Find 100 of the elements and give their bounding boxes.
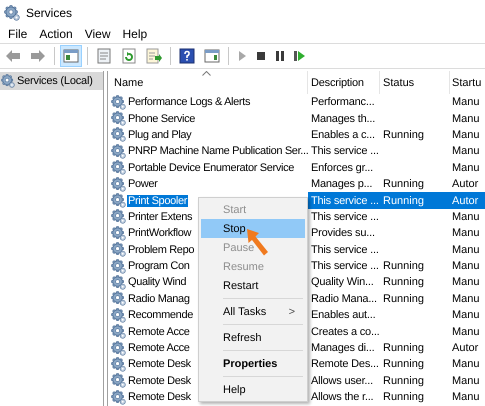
gear-icon: [4, 4, 20, 20]
table-cell: Manu: [452, 210, 480, 223]
menu-item[interactable]: Help: [116, 26, 154, 42]
table-cell: Manages th...: [311, 112, 376, 125]
table-cell: Provides su...: [311, 227, 375, 240]
table-cell: Manu: [452, 244, 480, 256]
menu-item[interactable]: Action: [33, 26, 79, 42]
table-cell: Manu: [452, 128, 480, 141]
sort-caret-icon: [202, 71, 211, 76]
gear-icon: [111, 160, 126, 176]
table-cell[interactable]: Radio Manag: [127, 292, 191, 305]
gear-icon: [111, 274, 126, 290]
table-cell[interactable]: Remote Acce: [127, 326, 191, 338]
table-cell: Manu: [452, 374, 480, 387]
menu-item[interactable]: File: [2, 26, 34, 42]
table-cell: Allows the r...: [311, 391, 374, 404]
gear-icon: [111, 144, 126, 159]
table-cell[interactable]: Print Spooler: [127, 194, 188, 207]
gear-icon: [111, 111, 126, 126]
table-cell: Enables a c...: [311, 128, 375, 141]
table-cell: Enforces gr...: [311, 162, 374, 174]
table-cell[interactable]: Program Con: [127, 260, 191, 272]
table-cell[interactable]: PNRP Machine Name Publication Ser...: [127, 145, 310, 158]
gear-icon: [111, 291, 126, 306]
table-cell: Radio Mana...: [311, 292, 377, 305]
table-cell: Running: [383, 178, 424, 190]
table-cell[interactable]: Remote Desk: [127, 374, 192, 387]
gear-icon: [111, 390, 126, 405]
table-cell: Manu: [452, 326, 480, 338]
table-cell[interactable]: Printer Extens: [127, 210, 194, 223]
column-header[interactable]: Status: [380, 71, 450, 94]
tree-item[interactable]: Services (Local): [0, 72, 103, 90]
table-cell: Manu: [452, 162, 480, 174]
table-cell: This service ...: [311, 145, 379, 158]
gear-icon: [111, 127, 126, 142]
table-cell: Running: [383, 128, 424, 141]
table-cell: Autor: [452, 194, 478, 207]
table-cell[interactable]: Remote Desk: [127, 358, 192, 370]
menu-item[interactable]: Refresh: [201, 328, 305, 347]
table-cell: Running: [383, 292, 424, 305]
table-cell: Running: [383, 194, 424, 207]
table-cell[interactable]: Portable Device Enumerator Service: [127, 162, 296, 174]
table-cell: Running: [383, 342, 424, 354]
table-cell: Manu: [452, 260, 480, 272]
table-cell: Manu: [452, 227, 480, 240]
table-cell: Manu: [452, 276, 480, 288]
gear-icon: [111, 308, 126, 323]
table-cell: Remote Des...: [311, 358, 379, 370]
submenu-arrow: >: [288, 306, 295, 318]
menu-item[interactable]: Restart: [201, 276, 305, 295]
console-tree-button[interactable]: [60, 45, 82, 67]
gear-icon: [111, 94, 126, 110]
gear-icon: [111, 209, 126, 224]
menu-item[interactable]: Help: [201, 380, 305, 399]
table-cell: Autor: [452, 178, 478, 190]
menu-item[interactable]: All Tasks >: [201, 302, 305, 321]
menu-item[interactable]: View: [78, 26, 116, 42]
table-cell: Manages p...: [311, 178, 372, 190]
table-cell: Enables aut...: [311, 309, 376, 322]
table-cell: Running: [383, 358, 424, 370]
table-cell: Manu: [452, 391, 480, 404]
table-cell: Running: [383, 260, 424, 272]
gear-icon: [111, 226, 126, 241]
table-cell[interactable]: PrintWorkflow: [127, 227, 192, 240]
table-cell[interactable]: Problem Repo: [127, 244, 196, 256]
table-cell[interactable]: Power: [127, 178, 158, 190]
table-cell[interactable]: Quality Wind: [127, 276, 188, 288]
table-cell: Creates a co...: [311, 326, 380, 338]
window-title: Services: [26, 6, 72, 20]
gear-icon: [111, 176, 126, 192]
table-cell: Manu: [452, 309, 480, 322]
column-header[interactable]: Startu: [450, 71, 485, 94]
table-cell: Running: [383, 374, 424, 387]
gear-icon: [111, 258, 126, 274]
table-cell: Running: [383, 276, 424, 288]
table-cell[interactable]: Remote Desk: [127, 391, 192, 404]
column-header[interactable]: Name: [108, 71, 308, 94]
table-cell: This service ...: [311, 244, 379, 256]
table-cell[interactable]: Phone Service: [127, 112, 196, 125]
table-cell: Autor: [452, 342, 478, 354]
table-cell: Manu: [452, 358, 480, 370]
table-cell: Manu: [452, 96, 480, 108]
table-cell: Manu: [452, 145, 480, 158]
table-cell[interactable]: Performance Logs & Alerts: [127, 96, 252, 108]
gear-icon: [111, 373, 126, 388]
table-cell: Running: [383, 391, 424, 404]
table-cell[interactable]: Plug and Play: [127, 128, 192, 141]
table-cell: This service ...: [311, 210, 379, 223]
gear-icon: [111, 340, 126, 356]
menu-item[interactable]: Properties: [201, 354, 305, 373]
table-cell: Quality Win...: [311, 276, 374, 288]
table-cell[interactable]: Remote Acce: [127, 342, 191, 354]
table-cell[interactable]: Recommende: [127, 309, 194, 322]
menu-item[interactable]: Stop: [201, 219, 305, 238]
gear-icon: [111, 242, 126, 258]
table-cell: This service ...: [311, 260, 379, 272]
column-header[interactable]: Description: [308, 71, 380, 94]
table-cell: Manages di...: [311, 342, 374, 354]
gear-icon: [1, 74, 15, 88]
table-cell: Performanc...: [311, 96, 374, 108]
